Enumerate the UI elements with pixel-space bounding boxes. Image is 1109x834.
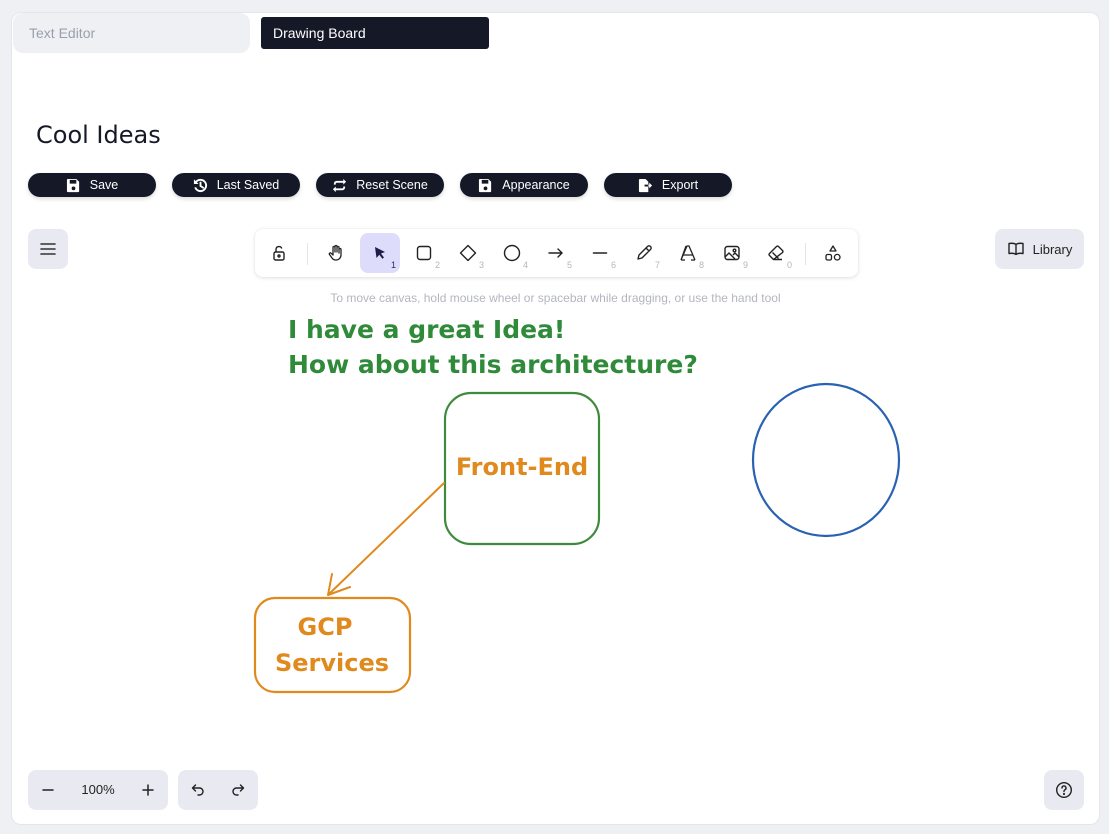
plus-icon <box>142 784 154 796</box>
gcp-label-line-2[interactable]: Services <box>275 649 389 677</box>
undo-redo-controls <box>178 770 258 810</box>
undo-icon <box>191 784 204 796</box>
zoom-out-button[interactable] <box>28 770 68 810</box>
idea-note-line-1[interactable]: I have a great Idea! <box>288 315 565 344</box>
app-frame: Text Editor Drawing Board Cool Ideas Sav… <box>11 12 1100 825</box>
minus-icon <box>42 789 54 791</box>
zoom-controls: 100% <box>28 770 168 810</box>
idea-note-line-2[interactable]: How about this architecture? <box>288 350 698 379</box>
gcp-label-line-1[interactable]: GCP <box>298 613 353 641</box>
undo-button[interactable] <box>178 770 218 810</box>
frontend-label[interactable]: Front-End <box>456 453 588 481</box>
help-icon <box>1055 781 1073 799</box>
redo-icon <box>232 784 245 796</box>
connector-arrow[interactable] <box>327 482 445 596</box>
help-button[interactable] <box>1044 770 1084 810</box>
redo-button[interactable] <box>218 770 258 810</box>
blue-circle[interactable] <box>751 382 901 538</box>
zoom-in-button[interactable] <box>128 770 168 810</box>
drawing-canvas[interactable]: I have a great Idea! How about this arch… <box>12 13 1099 824</box>
zoom-level[interactable]: 100% <box>68 770 128 810</box>
